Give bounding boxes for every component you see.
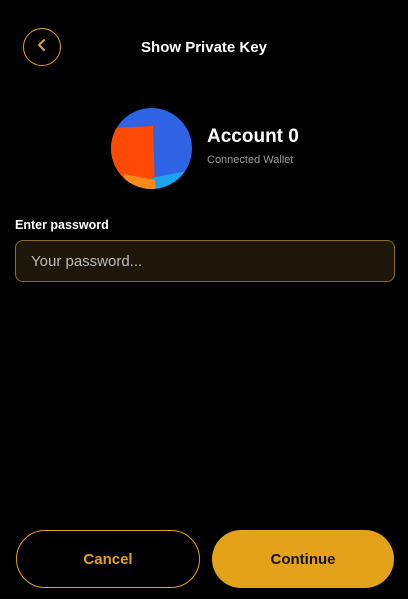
cancel-button[interactable]: Cancel bbox=[16, 530, 200, 588]
account-name: Account 0 bbox=[207, 125, 299, 147]
account-subtitle: Connected Wallet bbox=[207, 153, 294, 166]
password-input[interactable] bbox=[15, 240, 395, 282]
continue-button[interactable]: Continue bbox=[212, 530, 394, 588]
password-label: Enter password bbox=[15, 218, 109, 232]
account-avatar bbox=[111, 108, 192, 189]
page-title: Show Private Key bbox=[141, 39, 267, 56]
account-info: Account 0 Connected Wallet bbox=[111, 108, 299, 189]
